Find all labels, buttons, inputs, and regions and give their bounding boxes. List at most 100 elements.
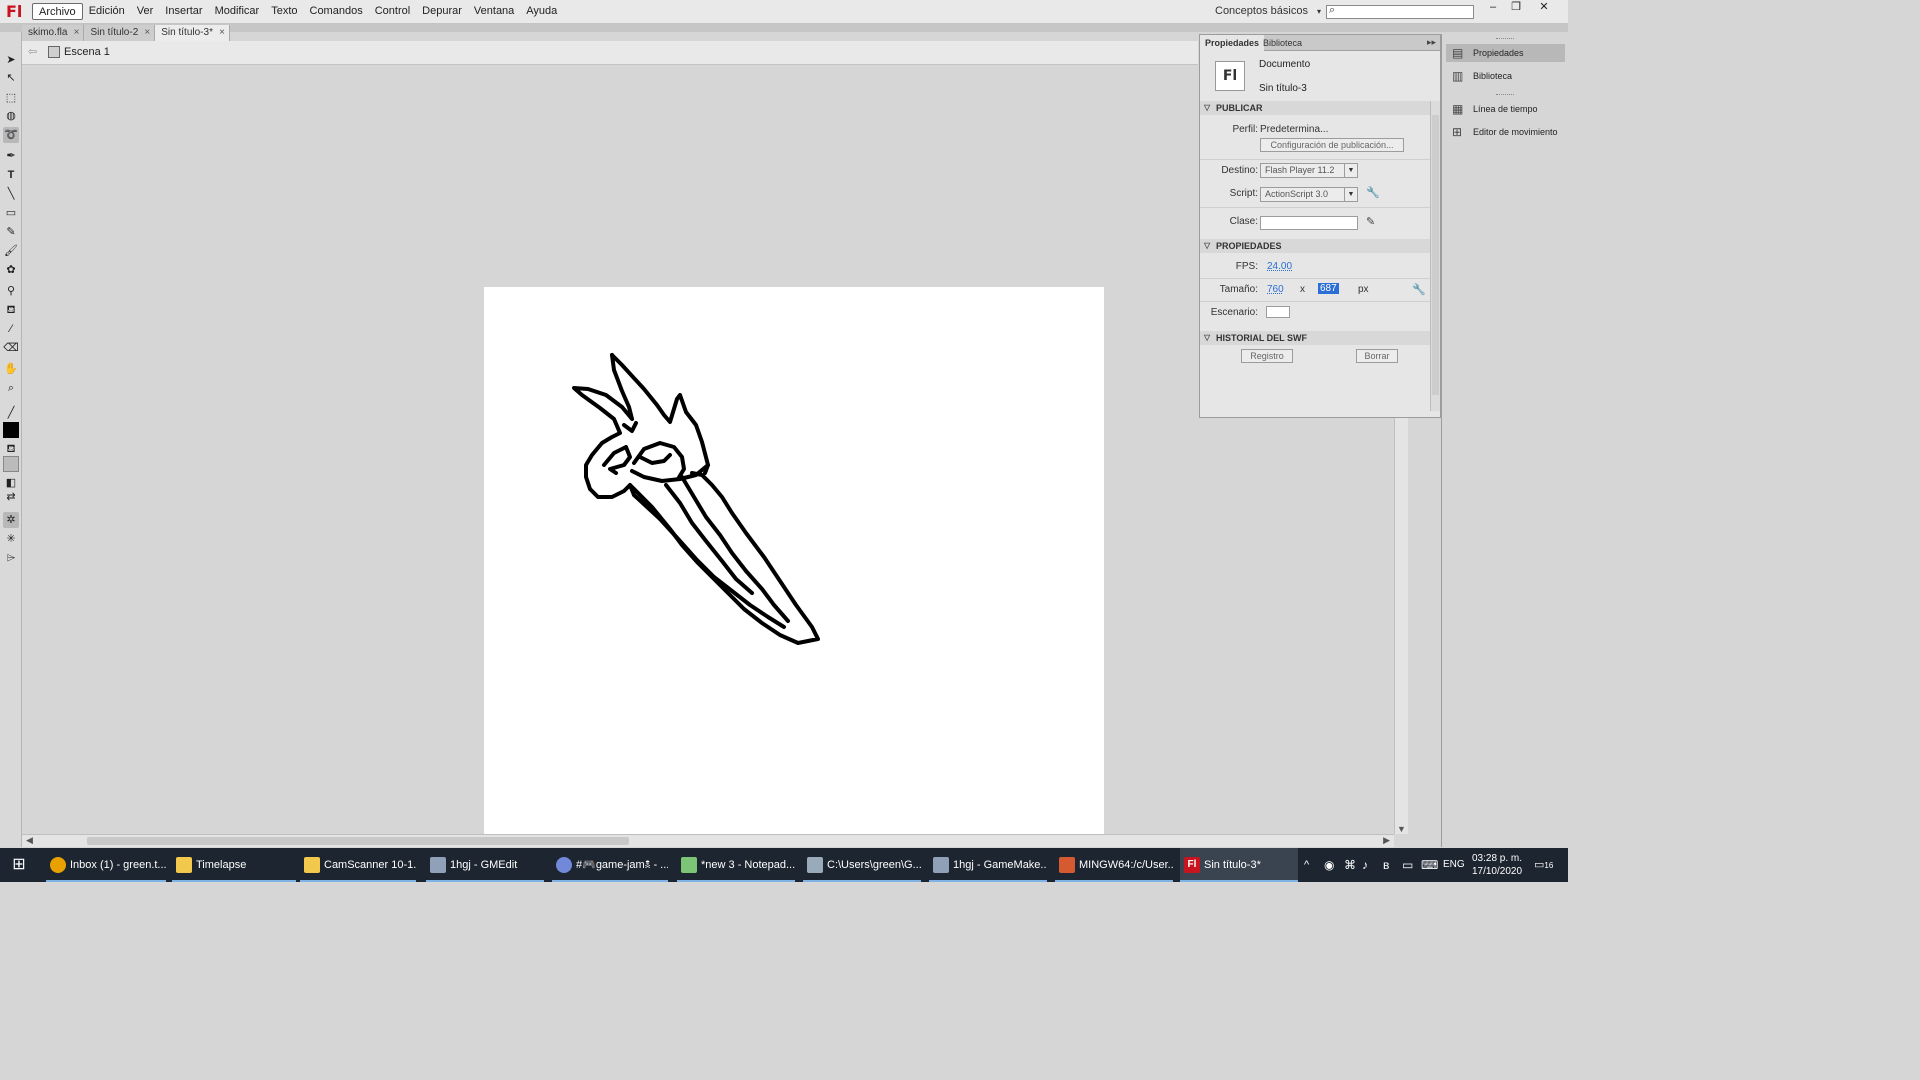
- menu-control[interactable]: Control: [369, 3, 416, 20]
- polygon-lasso-icon[interactable]: ⌲: [3, 550, 19, 566]
- scroll-left-icon[interactable]: ◀: [26, 835, 33, 846]
- 3d-rotation-tool-icon[interactable]: ◍: [3, 108, 19, 124]
- menu-ayuda[interactable]: Ayuda: [520, 3, 563, 20]
- zoom-tool-icon[interactable]: ⌕: [3, 380, 19, 396]
- free-transform-tool-icon[interactable]: ⬚: [3, 90, 19, 106]
- scroll-thumb[interactable]: [87, 837, 629, 845]
- eraser-tool-icon[interactable]: ⌫: [3, 340, 19, 356]
- help-search-input[interactable]: ⌕: [1326, 4, 1474, 19]
- dock-item-linea-de-tiempo[interactable]: ▦ Línea de tiempo: [1446, 100, 1565, 118]
- taskbar-item-gmedit[interactable]: 1hgj - GMEdit: [426, 848, 544, 882]
- subselection-tool-icon[interactable]: ↖: [3, 70, 19, 86]
- destino-select[interactable]: Flash Player 11.2 ▼: [1260, 163, 1358, 178]
- section-propiedades[interactable]: ▽ PROPIEDADES: [1200, 239, 1430, 253]
- stage[interactable]: [484, 287, 1104, 834]
- tray-discord-icon[interactable]: ◉: [1324, 848, 1334, 882]
- width-value[interactable]: 760: [1267, 284, 1284, 295]
- swf-clear-button[interactable]: Borrar: [1356, 349, 1398, 363]
- taskbar-item-chrome[interactable]: Inbox (1) - green.t...: [46, 848, 166, 882]
- dock-item-biblioteca[interactable]: ▥ Biblioteca: [1446, 67, 1565, 85]
- selection-tool-icon[interactable]: ➤: [3, 52, 19, 68]
- close-icon[interactable]: ×: [74, 25, 80, 40]
- menu-depurar[interactable]: Depurar: [416, 3, 468, 20]
- workspace-switcher[interactable]: Conceptos básicos ▾: [1215, 5, 1321, 17]
- taskbar-item-discord[interactable]: #🎮game-jam🕱 - ...: [552, 848, 668, 882]
- menu-ver[interactable]: Ver: [131, 3, 160, 20]
- taskbar-item-notepad[interactable]: *new 3 - Notepad...: [677, 848, 795, 882]
- back-arrow-icon[interactable]: ⇦: [28, 45, 37, 58]
- pencil-tool-icon[interactable]: ✎: [3, 224, 19, 240]
- taskbar-item-explorer[interactable]: C:\Users\green\G...: [803, 848, 921, 882]
- taskbar-item-mingw[interactable]: MINGW64:/c/User...: [1055, 848, 1173, 882]
- taskbar-item-camscanner[interactable]: CamScanner 10-1...: [300, 848, 416, 882]
- rectangle-tool-icon[interactable]: ▭: [3, 205, 19, 221]
- stroke-color-swatch[interactable]: [3, 422, 19, 438]
- brush-tool-icon[interactable]: 🖌: [3, 243, 19, 259]
- stage-color-swatch[interactable]: [1266, 306, 1290, 318]
- menu-insertar[interactable]: Insertar: [159, 3, 208, 20]
- height-value[interactable]: 687: [1318, 283, 1339, 294]
- publish-settings-button[interactable]: Configuración de publicación...: [1260, 138, 1404, 152]
- menu-texto[interactable]: Texto: [265, 3, 303, 20]
- taskbar-item-flash[interactable]: Fl Sin título-3*: [1180, 848, 1298, 882]
- paint-bucket-tool-icon[interactable]: ⛾: [3, 302, 19, 318]
- stroke-color-icon[interactable]: ╱: [3, 405, 19, 421]
- restore-button[interactable]: ❐: [1505, 0, 1527, 16]
- menu-modificar[interactable]: Modificar: [209, 3, 266, 20]
- minimize-button[interactable]: –: [1482, 0, 1504, 16]
- dock-item-propiedades[interactable]: ▤ Propiedades: [1446, 44, 1565, 62]
- tab-skimo[interactable]: skimo.fla ×: [22, 25, 85, 41]
- scroll-right-icon[interactable]: ▶: [1383, 835, 1390, 846]
- language-indicator[interactable]: ENG: [1443, 848, 1465, 882]
- dock-item-editor-de-movimiento[interactable]: ⊞ Editor de movimiento: [1446, 123, 1565, 141]
- line-tool-icon[interactable]: ╲: [3, 186, 19, 202]
- swap-colors-icon[interactable]: ⇄: [3, 489, 19, 505]
- hand-tool-icon[interactable]: ✋: [3, 361, 19, 377]
- fill-color-swatch[interactable]: [3, 456, 19, 472]
- pencil-icon[interactable]: ✎: [1366, 215, 1375, 228]
- scene-name[interactable]: Escena 1: [64, 46, 110, 58]
- taskbar-item-timelapse[interactable]: Timelapse: [172, 848, 296, 882]
- windows-start-icon[interactable]: ⊞: [0, 848, 38, 882]
- bluetooth-icon[interactable]: ʙ: [1383, 848, 1389, 882]
- magic-wand-option-icon[interactable]: ✲: [3, 512, 19, 528]
- text-tool-icon[interactable]: T: [3, 167, 19, 183]
- deco-tool-icon[interactable]: ✿: [3, 262, 19, 278]
- wrench-icon[interactable]: 🔧: [1366, 186, 1380, 199]
- tab-biblioteca[interactable]: Biblioteca: [1258, 35, 1307, 51]
- scroll-thumb[interactable]: [1432, 115, 1439, 395]
- section-publicar[interactable]: ▽ PUBLICAR: [1200, 101, 1430, 115]
- menu-ventana[interactable]: Ventana: [468, 3, 520, 20]
- eyedropper-tool-icon[interactable]: ⁄: [3, 321, 19, 337]
- class-input[interactable]: [1260, 216, 1358, 230]
- dock-grip[interactable]: [1496, 94, 1514, 96]
- close-icon[interactable]: ×: [219, 25, 225, 40]
- menu-archivo[interactable]: Archivo: [32, 3, 83, 20]
- tray-gamepad-icon[interactable]: ⌘: [1344, 848, 1356, 882]
- dock-grip[interactable]: [1496, 38, 1514, 40]
- magic-wand-icon[interactable]: ✳: [3, 531, 19, 547]
- tray-chevron-icon[interactable]: ^: [1304, 848, 1309, 882]
- menu-edicion[interactable]: Edición: [83, 3, 131, 20]
- panel-menu-icon[interactable]: ▸▸: [1427, 37, 1436, 48]
- bone-tool-icon[interactable]: ⚲: [3, 283, 19, 299]
- tab-propiedades[interactable]: Propiedades: [1200, 35, 1265, 51]
- swf-log-button[interactable]: Registro: [1241, 349, 1293, 363]
- script-select[interactable]: ActionScript 3.0 ▼: [1260, 187, 1358, 202]
- close-icon[interactable]: ×: [144, 25, 150, 40]
- fps-value[interactable]: 24.00: [1267, 261, 1292, 272]
- drawing-rocket-sketch[interactable]: [484, 287, 1104, 834]
- close-button[interactable]: ✕: [1533, 0, 1555, 16]
- volume-icon[interactable]: ♪: [1362, 848, 1368, 882]
- properties-scrollbar[interactable]: [1430, 101, 1440, 411]
- tab-sin-titulo-2[interactable]: Sin título-2 ×: [84, 25, 156, 41]
- fill-color-icon[interactable]: ⛾: [3, 441, 19, 457]
- notifications-icon[interactable]: ▭16: [1534, 848, 1553, 882]
- menu-comandos[interactable]: Comandos: [304, 3, 369, 20]
- horizontal-scrollbar[interactable]: ◀ ▶: [22, 834, 1394, 847]
- section-historial-swf[interactable]: ▽ HISTORIAL DEL SWF: [1200, 331, 1430, 345]
- clock[interactable]: 03:28 p. m. 17/10/2020: [1464, 852, 1530, 878]
- network-icon[interactable]: ▭: [1402, 848, 1413, 882]
- lasso-tool-icon[interactable]: ➰: [3, 127, 19, 143]
- taskbar-item-gamemaker[interactable]: 1hgj - GameMake...: [929, 848, 1047, 882]
